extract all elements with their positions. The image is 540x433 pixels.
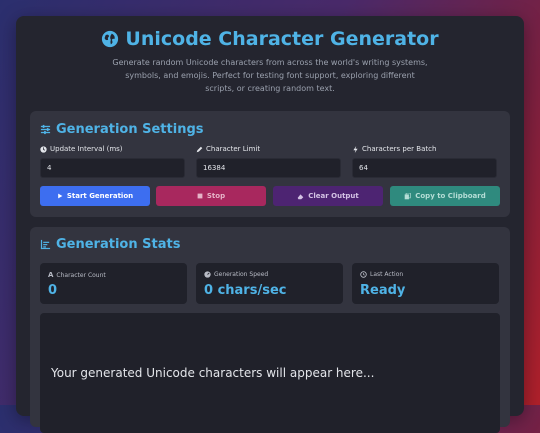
page-subtitle: Generate random Unicode characters from … bbox=[112, 58, 428, 93]
sliders-icon bbox=[40, 124, 51, 135]
character-limit-input[interactable]: 16384 bbox=[196, 158, 341, 178]
clear-output-button[interactable]: Clear Output bbox=[273, 186, 383, 206]
character-limit-label: Character Limit bbox=[196, 145, 341, 153]
globe-icon bbox=[102, 30, 119, 48]
stop-icon bbox=[197, 193, 203, 199]
pencil-icon bbox=[196, 146, 203, 152]
character-limit-field: Character Limit 16384 bbox=[196, 145, 341, 178]
stat-last-action: Last Action Ready bbox=[352, 263, 499, 304]
update-interval-field: Update Interval (ms) 4 bbox=[40, 145, 185, 178]
output-area[interactable]: Your generated Unicode characters will a… bbox=[40, 313, 500, 433]
bar-chart-icon bbox=[40, 239, 51, 250]
page-title: Unicode Character Generator bbox=[16, 28, 524, 50]
stat-last-action-value: Ready bbox=[360, 283, 406, 298]
stats-card: Generation Stats A Character Count 0 Gen… bbox=[30, 227, 510, 433]
clipboard-icon bbox=[404, 192, 411, 199]
clear-output-label: Clear Output bbox=[308, 192, 359, 200]
settings-card: Generation Settings Update Interval (ms)… bbox=[30, 111, 510, 217]
eraser-icon bbox=[297, 193, 304, 199]
stats-title-text: Generation Stats bbox=[56, 237, 181, 252]
stats-title: Generation Stats bbox=[40, 237, 180, 252]
stat-last-action-label-text: Last Action bbox=[370, 271, 404, 278]
clock-icon bbox=[40, 145, 47, 153]
chars-per-batch-label-text: Characters per Batch bbox=[362, 145, 437, 153]
chars-per-batch-input[interactable]: 64 bbox=[352, 158, 497, 178]
stat-character-count-value: 0 bbox=[48, 283, 58, 298]
update-interval-label-text: Update Interval (ms) bbox=[50, 145, 123, 153]
settings-title-text: Generation Settings bbox=[56, 122, 204, 137]
lightning-icon bbox=[353, 145, 358, 153]
stat-generation-speed: Generation Speed 0 chars/sec bbox=[196, 263, 343, 304]
history-icon bbox=[360, 271, 367, 278]
chars-per-batch-field: Characters per Batch 64 bbox=[352, 145, 497, 178]
character-limit-label-text: Character Limit bbox=[206, 145, 261, 153]
stat-character-count: A Character Count 0 bbox=[40, 263, 187, 304]
copy-to-clipboard-label: Copy to Clipboard bbox=[415, 192, 486, 200]
main-panel: Unicode Character Generator Generate ran… bbox=[16, 16, 524, 433]
stop-label: Stop bbox=[206, 192, 226, 200]
chars-per-batch-label: Characters per Batch bbox=[352, 145, 497, 153]
start-generation-button[interactable]: Start Generation bbox=[40, 186, 150, 206]
settings-title: Generation Settings bbox=[40, 122, 204, 137]
stat-generation-speed-value: 0 chars/sec bbox=[204, 283, 287, 298]
speedometer-icon bbox=[204, 271, 211, 278]
stop-button[interactable]: Stop bbox=[156, 186, 266, 206]
play-icon bbox=[58, 193, 63, 199]
letter-a-icon: A bbox=[48, 271, 54, 279]
header: Unicode Character Generator Generate ran… bbox=[16, 16, 524, 95]
update-interval-input[interactable]: 4 bbox=[40, 158, 185, 178]
stat-last-action-label: Last Action bbox=[360, 271, 403, 278]
stat-generation-speed-label-text: Generation Speed bbox=[214, 271, 269, 278]
update-interval-label: Update Interval (ms) bbox=[40, 145, 185, 153]
stat-generation-speed-label: Generation Speed bbox=[204, 271, 268, 278]
copy-to-clipboard-button[interactable]: Copy to Clipboard bbox=[390, 186, 500, 206]
stat-character-count-label: A Character Count bbox=[48, 271, 106, 279]
page-title-text: Unicode Character Generator bbox=[125, 28, 439, 50]
start-generation-label: Start Generation bbox=[66, 192, 134, 200]
output-placeholder: Your generated Unicode characters will a… bbox=[51, 366, 375, 380]
stat-character-count-label-text: Character Count bbox=[56, 271, 106, 279]
